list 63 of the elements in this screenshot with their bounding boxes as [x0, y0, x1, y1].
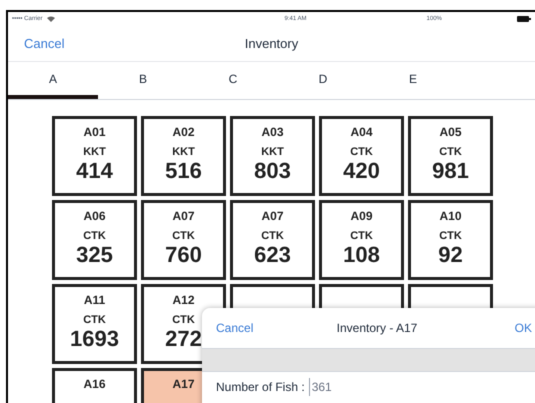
- slot-card[interactable]: A16: [52, 368, 137, 403]
- slot-card[interactable]: A07 CTK 623: [230, 200, 315, 280]
- slot-card[interactable]: A10 CTK 92: [408, 200, 493, 280]
- tab[interactable]: E: [368, 62, 458, 99]
- slot-count: 414: [76, 159, 113, 183]
- slot-type: CTK: [439, 146, 462, 159]
- slot-type: CTK: [439, 230, 462, 243]
- slot-count: 325: [76, 243, 113, 267]
- slot-card[interactable]: A03 KKT 803: [230, 116, 315, 196]
- tab[interactable]: A: [8, 62, 98, 99]
- field-label: Number of Fish :: [216, 379, 305, 396]
- nav-title: Inventory: [244, 34, 298, 53]
- slot-code: A06: [83, 209, 106, 223]
- slot-card[interactable]: A07 CTK 760: [141, 200, 226, 280]
- slot-code: A07: [172, 209, 194, 223]
- slot-card[interactable]: A05 CTK 981: [408, 116, 493, 196]
- slot-type: CTK: [350, 230, 373, 243]
- slot-code: A05: [439, 125, 462, 139]
- slot-type: CTK: [83, 230, 106, 243]
- slot-count: 981: [432, 159, 469, 183]
- slot-card[interactable]: A11 CTK 1693: [52, 284, 137, 364]
- slot-count: 623: [254, 243, 291, 267]
- slot-code: A03: [261, 125, 284, 139]
- slot-type: KKT: [172, 146, 195, 159]
- slot-type: CTK: [83, 314, 106, 327]
- slot-card[interactable]: A09 CTK 108: [319, 200, 404, 280]
- slot-code: A01: [83, 125, 106, 139]
- slot-code: A16: [83, 377, 106, 391]
- slot-count: 1693: [70, 327, 119, 351]
- slot-code: A07: [261, 209, 284, 223]
- slot-card[interactable]: A06 CTK 325: [52, 200, 137, 280]
- slot-card[interactable]: A04 CTK 420: [319, 116, 404, 196]
- slot-code: A10: [439, 209, 462, 223]
- slot-count: 760: [165, 243, 202, 267]
- slot-code: A02: [172, 125, 194, 139]
- slot-code: A11: [84, 293, 106, 307]
- slot-type: KKT: [83, 146, 106, 159]
- slot-code: A17: [172, 377, 194, 391]
- slot-type: CTK: [261, 230, 284, 243]
- tab[interactable]: B: [98, 62, 188, 99]
- slot-count: 803: [254, 159, 291, 183]
- slot-count: 420: [343, 159, 380, 183]
- battery-icon: [517, 16, 531, 22]
- slot-card[interactable]: A01 KKT 414: [52, 116, 137, 196]
- number-input[interactable]: 361: [308, 378, 429, 396]
- slot-code: A12: [172, 293, 194, 307]
- slot-type: CTK: [350, 146, 373, 159]
- slot-count: 108: [343, 243, 380, 267]
- slot-code: A09: [350, 209, 372, 223]
- slot-count: 92: [438, 243, 463, 267]
- slot-code: A04: [350, 125, 372, 139]
- slot-count: 272: [165, 327, 202, 351]
- slot-count: 516: [165, 159, 202, 183]
- slot-type: CTK: [172, 314, 195, 327]
- slot-card[interactable]: A02 KKT 516: [141, 116, 226, 196]
- tab[interactable]: C: [188, 62, 278, 99]
- slot-type: CTK: [172, 230, 195, 243]
- slot-type: KKT: [261, 146, 284, 159]
- dialog-title: Inventory - A17: [336, 320, 418, 337]
- cancel-button[interactable]: Cancel: [24, 34, 64, 54]
- ok-button[interactable]: OK: [514, 319, 532, 337]
- tab[interactable]: D: [278, 62, 368, 99]
- wifi-icon: [46, 16, 55, 22]
